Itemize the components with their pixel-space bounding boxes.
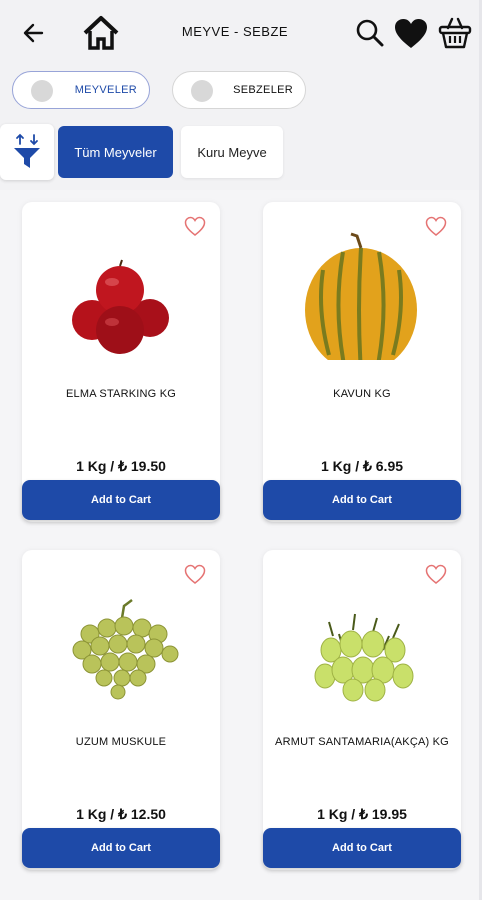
add-to-cart-button[interactable]: Add to Cart (22, 480, 220, 520)
product-price: 1 Kg / ₺ 19.50 (76, 458, 166, 474)
product-price: 1 Kg / ₺ 19.95 (317, 806, 407, 822)
tab-meyveler-label: MEYVELER (74, 84, 137, 96)
product-card[interactable]: ARMUT SANTAMARIA(AKÇA) KG 1 Kg / ₺ 19.95… (263, 550, 461, 870)
home-icon[interactable] (82, 14, 120, 52)
pears-image (303, 578, 421, 708)
vegetable-icon (191, 80, 213, 102)
product-price: 1 Kg / ₺ 6.95 (320, 458, 404, 474)
page-title: MEYVE - SEBZE (181, 24, 289, 39)
filter-bar: Tüm Meyveler Kuru Meyve (0, 116, 482, 190)
search-icon[interactable] (355, 18, 385, 48)
category-tabs: MEYVELER SEBZELER (0, 66, 482, 116)
funnel-filter-icon[interactable] (0, 124, 54, 180)
back-arrow-icon[interactable] (20, 18, 48, 48)
heart-icon[interactable] (394, 18, 428, 50)
top-bar: MEYVE - SEBZE (0, 0, 482, 66)
product-price: 1 Kg / ₺ 12.50 (76, 806, 166, 822)
product-name: ELMA STARKING KG (66, 388, 176, 400)
favorite-heart-icon[interactable] (184, 564, 206, 586)
add-to-cart-button[interactable]: Add to Cart (22, 828, 220, 868)
fruit-icon (31, 80, 53, 102)
product-card[interactable]: UZUM MUSKULE 1 Kg / ₺ 12.50 Add to Cart (22, 550, 220, 870)
tab-meyveler[interactable]: MEYVELER (12, 71, 150, 109)
tab-sebzeler-label: SEBZELER (233, 84, 293, 96)
filter-chip-kuru-meyve[interactable]: Kuru Meyve (181, 126, 283, 178)
product-name: ARMUT SANTAMARIA(AKÇA) KG (275, 736, 449, 748)
product-card[interactable]: ELMA STARKING KG 1 Kg / ₺ 19.50 Add to C… (22, 202, 220, 522)
melon-image (303, 230, 421, 373)
green-grapes-image (62, 578, 180, 708)
favorite-heart-icon[interactable] (184, 216, 206, 238)
favorite-heart-icon[interactable] (425, 564, 447, 586)
red-apples-image (62, 230, 180, 360)
filter-chip-tum-meyveler[interactable]: Tüm Meyveler (58, 126, 173, 178)
product-name: UZUM MUSKULE (75, 736, 167, 748)
favorite-heart-icon[interactable] (425, 216, 447, 238)
basket-icon[interactable] (438, 16, 472, 50)
product-card[interactable]: KAVUN KG 1 Kg / ₺ 6.95 Add to Cart (263, 202, 461, 522)
add-to-cart-button[interactable]: Add to Cart (263, 480, 461, 520)
add-to-cart-button[interactable]: Add to Cart (263, 828, 461, 868)
product-name: KAVUN KG (333, 388, 391, 400)
tab-sebzeler[interactable]: SEBZELER (172, 71, 306, 109)
